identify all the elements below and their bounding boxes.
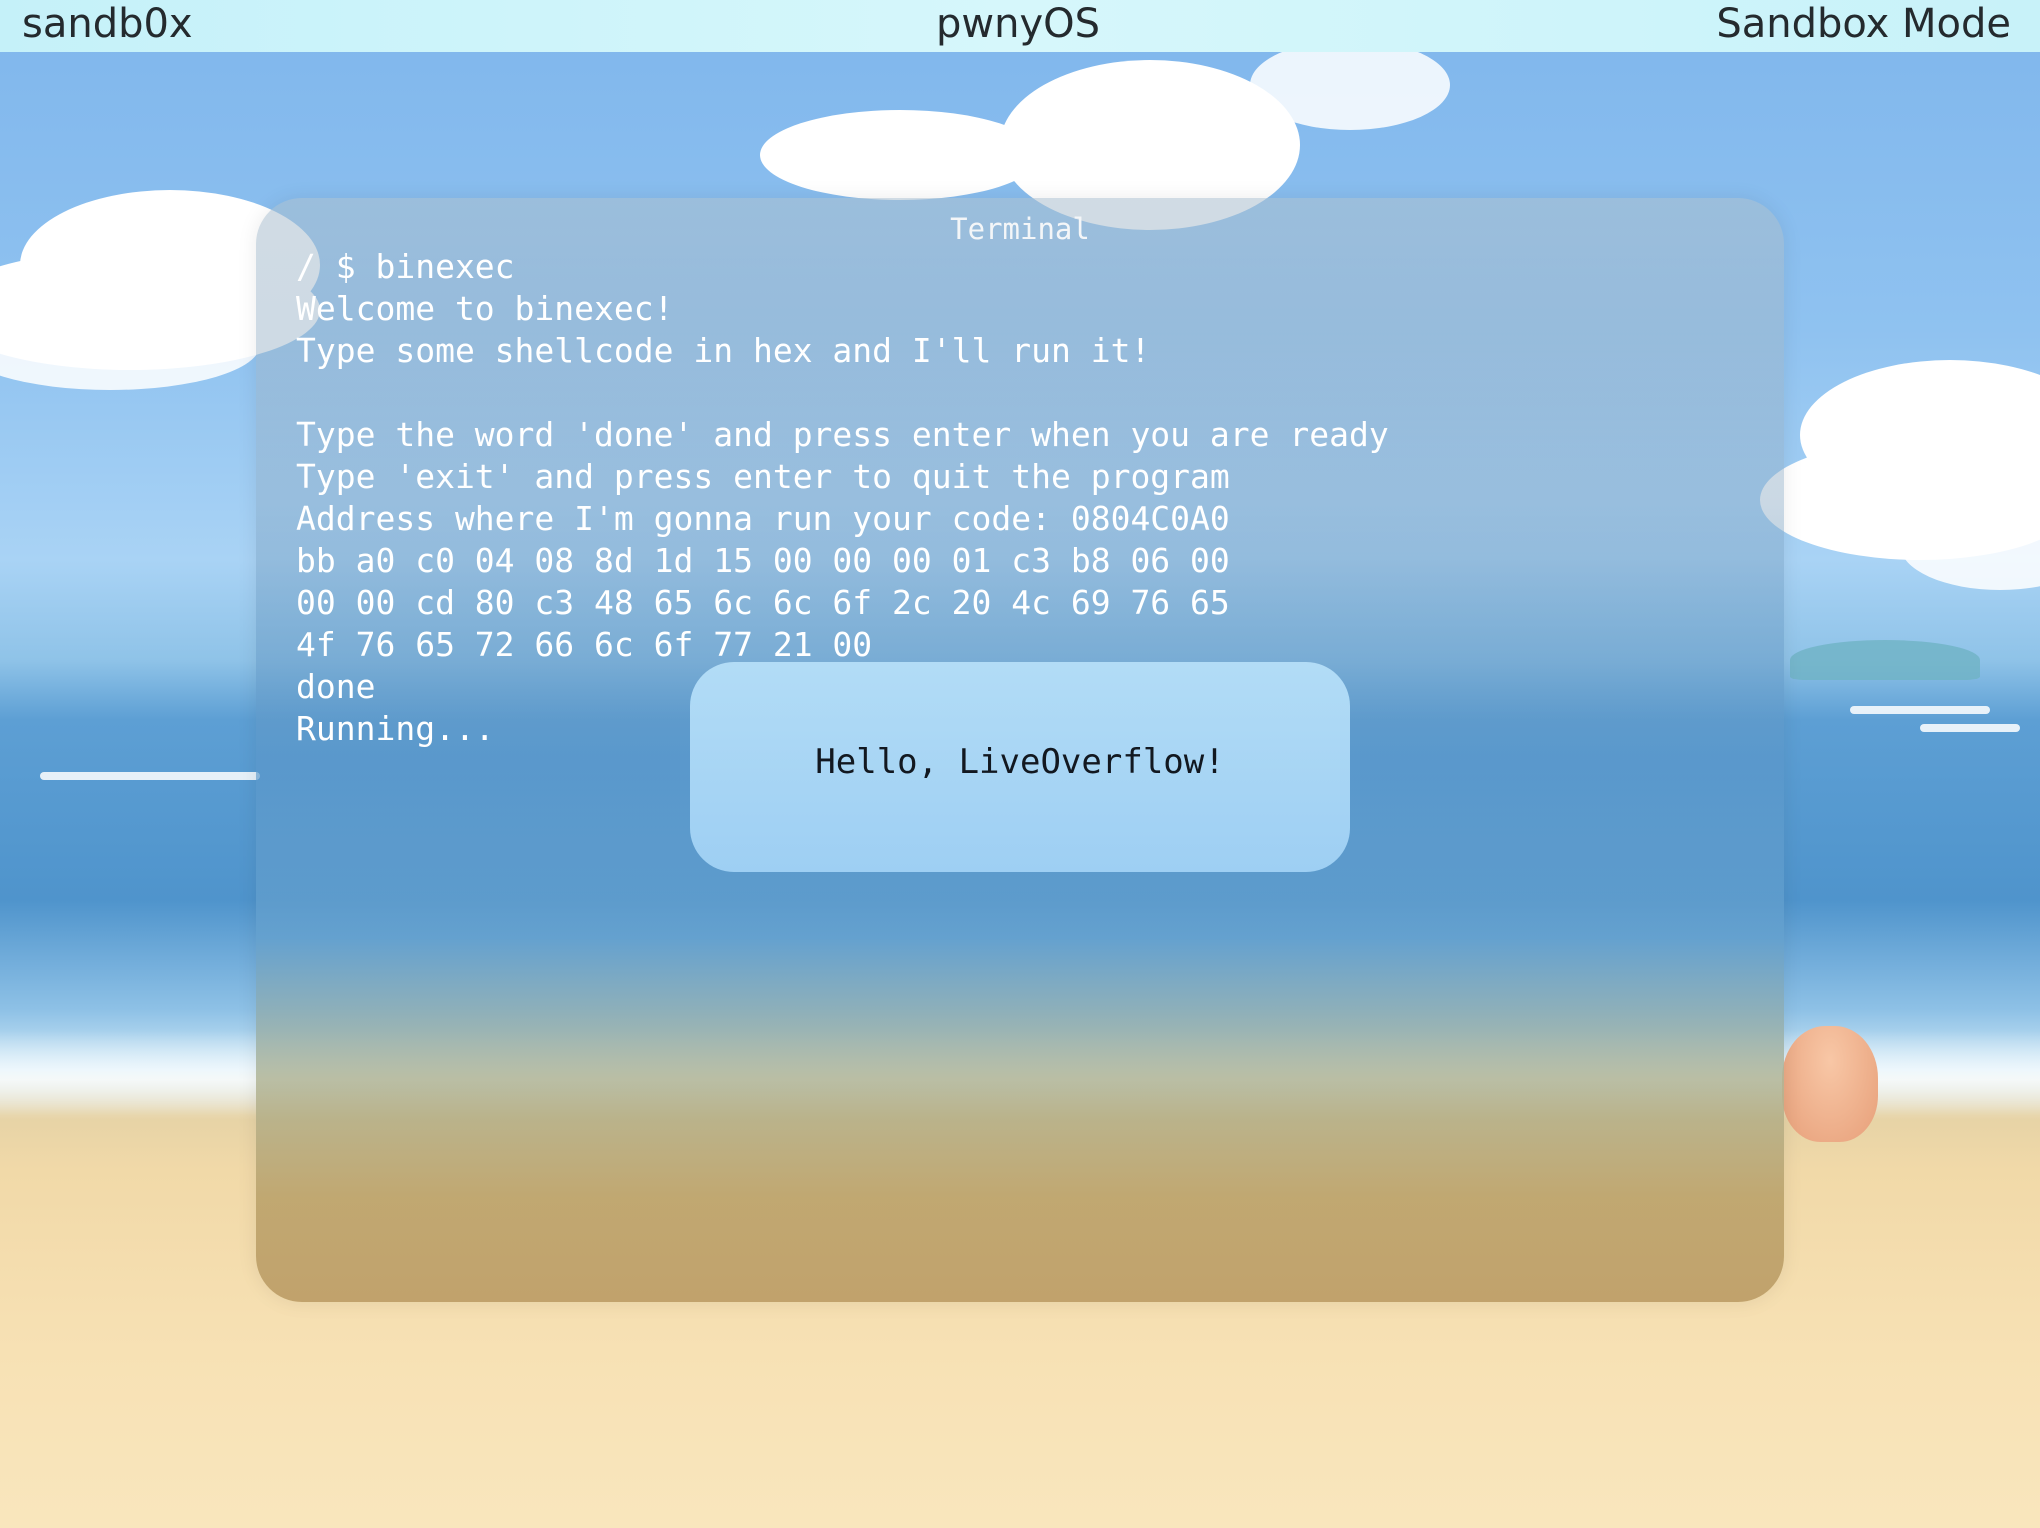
wave-foam (40, 772, 260, 780)
cloud (1250, 40, 1450, 130)
terminal-line: Address where I'm gonna run your code: 0… (296, 499, 1230, 538)
terminal-line: 4f 76 65 72 66 6c 6f 77 21 00 (296, 625, 873, 664)
terminal-line: Type 'exit' and press enter to quit the … (296, 457, 1230, 496)
terminal-line: / $ binexec (296, 247, 515, 286)
island (1790, 640, 1980, 680)
terminal-line: Type the word 'done' and press enter whe… (296, 415, 1389, 454)
terminal-line: Type some shellcode in hex and I'll run … (296, 331, 1151, 370)
popup-message: Hello, LiveOverflow! (815, 742, 1225, 782)
mode-label[interactable]: Sandbox Mode (1716, 1, 2011, 47)
cloud (760, 110, 1040, 200)
wave-foam (1850, 706, 1990, 714)
terminal-line: 00 00 cd 80 c3 48 65 6c 6c 6f 2c 20 4c 6… (296, 583, 1230, 622)
terminal-line: bb a0 c0 04 08 8d 1d 15 00 00 00 01 c3 b… (296, 541, 1230, 580)
top-menu-bar: sandb0x pwnyOS Sandbox Mode (0, 0, 2040, 52)
seashell (1782, 1026, 1878, 1142)
terminal-title: Terminal (950, 212, 1090, 246)
message-popup[interactable]: Hello, LiveOverflow! (690, 662, 1350, 872)
wave-foam (1920, 724, 2020, 732)
terminal-line: Welcome to binexec! (296, 289, 674, 328)
